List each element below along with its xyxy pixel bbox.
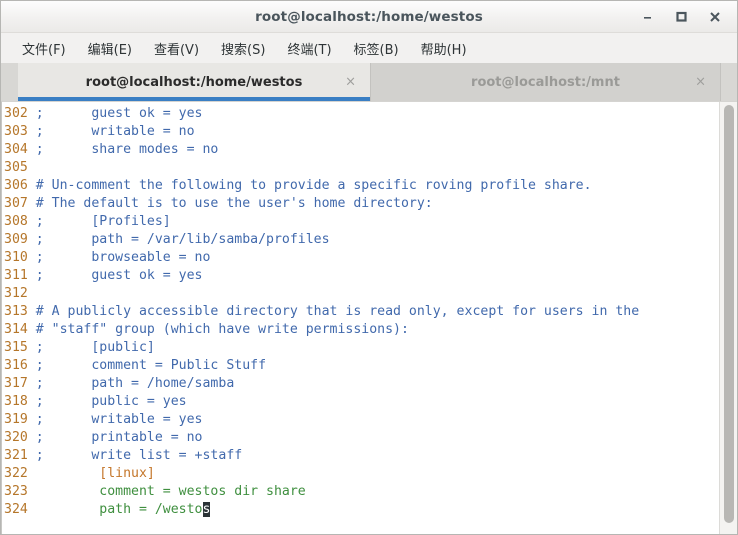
line-number: 311: [4, 268, 36, 283]
editor-line: 308 ; [Profiles]: [4, 213, 717, 231]
menu-item-file[interactable]: 文件(F): [11, 37, 77, 60]
editor-line: 322 [linux]: [4, 465, 717, 483]
editor-line: 313 # A publicly accessible directory th…: [4, 303, 717, 321]
menu-item-terminal[interactable]: 终端(T): [276, 37, 342, 60]
line-text: ; comment = Public Stuff: [35, 358, 267, 373]
menu-item-help[interactable]: 帮助(H): [410, 37, 478, 60]
line-number: 313: [4, 304, 36, 319]
editor-line: 307 # The default is to use the user's h…: [4, 195, 717, 213]
editor-line: 303 ; writable = no: [4, 123, 717, 141]
line-number: 320: [4, 430, 36, 445]
menu-bar: 文件(F) 编辑(E) 查看(V) 搜索(S) 终端(T) 标签(B) 帮助(H…: [1, 33, 737, 63]
line-number: 306: [4, 178, 36, 193]
editor-line: 306 # Un-comment the following to provid…: [4, 177, 717, 195]
editor-line: 321 ; write list = +staff: [4, 447, 717, 465]
terminal-window: root@localhost:/home/westos 文件(F) 编辑(E) …: [0, 0, 738, 535]
line-text: ; [public]: [35, 340, 155, 355]
close-button[interactable]: [707, 9, 723, 25]
line-number: 305: [4, 160, 36, 175]
title-bar: root@localhost:/home/westos: [1, 1, 737, 33]
line-number: 310: [4, 250, 36, 265]
editor-lines: 302 ; guest ok = yes 303 ; writable = no 3…: [4, 105, 717, 519]
line-number: 317: [4, 376, 36, 391]
scrollbar-thumb[interactable]: [724, 105, 734, 523]
line-text: [36, 286, 44, 301]
editor-line: 305: [4, 159, 717, 177]
menu-item-view[interactable]: 查看(V): [143, 37, 210, 60]
line-text: # "staff" group (which have write permis…: [35, 322, 409, 337]
line-number: 309: [4, 232, 36, 247]
line-number: 303: [4, 124, 36, 139]
editor-line: 316 ; comment = Public Stuff: [4, 357, 717, 375]
line-number: 314: [4, 322, 36, 337]
terminal-content[interactable]: 302 ; guest ok = yes 303 ; writable = no 3…: [1, 101, 737, 534]
line-text: ; write list = +staff: [35, 448, 243, 463]
line-number: 324: [4, 502, 36, 517]
vertical-scrollbar[interactable]: [719, 102, 737, 534]
editor-line: 310 ; browseable = no: [4, 249, 717, 267]
menu-item-edit[interactable]: 编辑(E): [77, 37, 143, 60]
line-number: 318: [4, 394, 36, 409]
editor-line: 318 ; public = yes: [4, 393, 717, 411]
line-text: ; path = /home/samba: [35, 376, 235, 391]
editor-line: 309 ; path = /var/lib/samba/profiles: [4, 231, 717, 249]
line-text: ; printable = no: [35, 430, 203, 445]
line-text: comment = westos dir share: [35, 484, 306, 499]
editor-line: 302 ; guest ok = yes: [4, 105, 717, 123]
menu-item-tabs[interactable]: 标签(B): [343, 37, 410, 60]
line-text: [linux]: [35, 466, 155, 481]
line-number: 308: [4, 214, 36, 229]
line-text: ; public = yes: [35, 394, 187, 409]
tab-label: root@localhost:/mnt: [471, 74, 620, 90]
line-text: # A publicly accessible directory that i…: [35, 304, 640, 319]
editor-line: 311 ; guest ok = yes: [4, 267, 717, 285]
line-number: 304: [4, 142, 36, 157]
line-number: 321: [4, 448, 36, 463]
tab-label: root@localhost:/home/westos: [85, 74, 303, 90]
menu-item-search[interactable]: 搜索(S): [210, 37, 276, 60]
tab-home-westos[interactable]: root@localhost:/home/westos ×: [18, 63, 371, 101]
line-number: 312: [4, 286, 36, 301]
editor-line: 319 ; writable = yes: [4, 411, 717, 429]
tab-close-icon[interactable]: ×: [345, 75, 356, 90]
tab-close-icon[interactable]: ×: [695, 75, 706, 90]
line-number: 302: [4, 106, 36, 121]
minimize-button[interactable]: [639, 9, 655, 25]
text-cursor: s: [202, 502, 211, 517]
line-text: path = /westo: [35, 502, 203, 517]
line-number: 322: [4, 466, 36, 481]
line-text: ; writable = yes: [35, 412, 203, 427]
line-text: # Un-comment the following to provide a …: [35, 178, 592, 193]
line-number: 319: [4, 412, 36, 427]
line-number: 316: [4, 358, 36, 373]
line-text: ; guest ok = yes: [35, 268, 203, 283]
line-text: [36, 160, 44, 175]
line-text: ; path = /var/lib/samba/profiles: [35, 232, 330, 247]
editor-line: 312: [4, 285, 717, 303]
window-title: root@localhost:/home/westos: [255, 8, 483, 25]
line-text: ; browseable = no: [35, 250, 211, 265]
maximize-button[interactable]: [673, 9, 689, 25]
line-text: ; [Profiles]: [35, 214, 171, 229]
line-number: 323: [4, 484, 36, 499]
editor-line: 304 ; share modes = no: [4, 141, 717, 159]
line-number: 307: [4, 196, 36, 211]
tab-bar: root@localhost:/home/westos × root@local…: [1, 63, 737, 101]
editor-line: 320 ; printable = no: [4, 429, 717, 447]
editor-line: 323 comment = westos dir share: [4, 483, 717, 501]
line-text: ; writable = no: [35, 124, 195, 139]
line-text: ; guest ok = yes: [35, 106, 203, 121]
line-text: ; share modes = no: [35, 142, 219, 157]
editor-line: 324 path = /westos: [4, 501, 717, 519]
editor-line: 314 # "staff" group (which have write pe…: [4, 321, 717, 339]
tab-mnt[interactable]: root@localhost:/mnt ×: [371, 63, 721, 101]
line-text: # The default is to use the user's home …: [35, 196, 433, 211]
editor-line: 317 ; path = /home/samba: [4, 375, 717, 393]
window-controls: [639, 1, 731, 32]
line-number: 315: [4, 340, 36, 355]
editor-line: 315 ; [public]: [4, 339, 717, 357]
